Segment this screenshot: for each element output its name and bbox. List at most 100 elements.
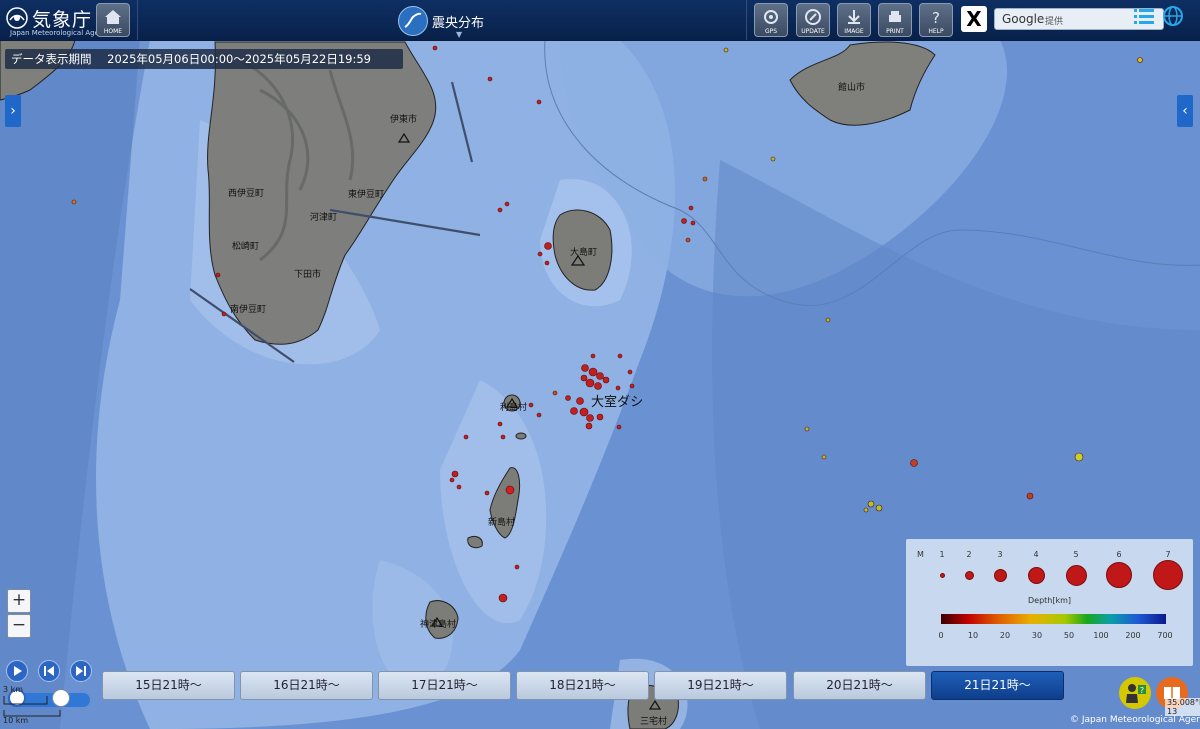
magnitude-depth-legend: M 1 2 3 4 5 6 7 Depth[km] 0 10 20 30 50 … bbox=[906, 539, 1193, 666]
epicenter-marker[interactable] bbox=[498, 593, 508, 603]
step-forward-button[interactable] bbox=[70, 660, 92, 682]
epicenter-marker[interactable] bbox=[536, 99, 542, 105]
jma-logo[interactable]: 気象庁 Japan Meteorological Agency bbox=[6, 3, 111, 37]
epicenter-marker[interactable] bbox=[579, 407, 589, 417]
epicenter-marker[interactable] bbox=[565, 395, 571, 401]
epicenter-marker[interactable] bbox=[586, 414, 594, 422]
epicenter-marker[interactable] bbox=[585, 422, 593, 430]
language-globe-icon[interactable] bbox=[1162, 5, 1184, 27]
epicenter-marker[interactable] bbox=[497, 207, 503, 213]
magnitude-dot bbox=[965, 571, 974, 580]
epicenter-marker[interactable] bbox=[594, 382, 602, 390]
epicenter-marker[interactable] bbox=[544, 242, 552, 250]
epicenter-marker[interactable] bbox=[500, 434, 506, 440]
epicenter-marker[interactable] bbox=[497, 421, 503, 427]
skip-forward-icon bbox=[76, 666, 86, 676]
person-help-icon: ? bbox=[1126, 684, 1146, 703]
epicenter-marker[interactable] bbox=[514, 564, 520, 570]
epicenter-marker[interactable] bbox=[688, 205, 694, 211]
epicenter-marker[interactable] bbox=[770, 156, 776, 162]
epicenter-marker[interactable] bbox=[875, 504, 883, 512]
place-label-toshima: 利島村 bbox=[500, 403, 528, 413]
epicenter-marker[interactable] bbox=[463, 434, 469, 440]
epicenter-marker[interactable] bbox=[536, 412, 542, 418]
list-icon[interactable] bbox=[1134, 7, 1154, 25]
epicenter-marker[interactable] bbox=[449, 477, 455, 483]
epicenter-marker[interactable] bbox=[588, 367, 598, 377]
google-provided-label: 提供 bbox=[1045, 17, 1064, 27]
zoom-in-button[interactable]: + bbox=[7, 589, 31, 613]
epicenter-marker[interactable] bbox=[723, 47, 729, 53]
user-help-button[interactable]: ? bbox=[1119, 677, 1151, 709]
timeline-day-button[interactable]: 18日21時～ bbox=[516, 671, 649, 700]
epicenter-marker[interactable] bbox=[867, 500, 875, 508]
epicenter-marker[interactable] bbox=[596, 413, 604, 421]
epicenter-marker[interactable] bbox=[690, 220, 696, 226]
epicenter-marker[interactable] bbox=[602, 376, 610, 384]
timeline-day-button[interactable]: 17日21時～ bbox=[378, 671, 511, 700]
epicenter-marker[interactable] bbox=[617, 353, 623, 359]
logo-title: 気象庁 bbox=[32, 9, 93, 31]
epicenter-marker[interactable] bbox=[215, 272, 221, 278]
timeline-day-button[interactable]: 16日21時～ bbox=[240, 671, 373, 700]
print-button[interactable]: PRINT bbox=[878, 3, 912, 37]
gps-button[interactable]: GPS bbox=[754, 3, 788, 37]
timeline-day-button[interactable]: 20日21時～ bbox=[793, 671, 926, 700]
zoom-out-button[interactable]: − bbox=[7, 614, 31, 638]
place-label-niijima: 新島村 bbox=[488, 518, 516, 528]
epicenter-marker[interactable] bbox=[616, 424, 622, 430]
magnitude-dot bbox=[994, 569, 1007, 582]
panel-expand-right-button[interactable]: ‹ bbox=[1177, 95, 1193, 127]
epicenter-marker[interactable] bbox=[585, 378, 595, 388]
step-back-button[interactable] bbox=[38, 660, 60, 682]
epicenter-marker[interactable] bbox=[596, 372, 604, 380]
epicenter-marker[interactable] bbox=[615, 385, 621, 391]
epicenter-marker[interactable] bbox=[505, 485, 515, 495]
place-label-minamiizu: 南伊豆町 bbox=[230, 305, 267, 315]
epicenter-marker[interactable] bbox=[590, 353, 596, 359]
epicenter-marker[interactable] bbox=[537, 251, 543, 257]
home-button[interactable]: HOME bbox=[96, 3, 130, 37]
epicenter-marker[interactable] bbox=[451, 470, 459, 478]
epicenter-marker[interactable] bbox=[432, 45, 438, 51]
epicenter-marker[interactable] bbox=[627, 369, 633, 375]
epicenter-marker[interactable] bbox=[544, 260, 550, 266]
epicenter-marker[interactable] bbox=[910, 459, 918, 467]
epicenter-marker[interactable] bbox=[487, 76, 493, 82]
help-button[interactable]: ? HELP bbox=[919, 3, 953, 37]
epicenter-marker[interactable] bbox=[71, 199, 77, 205]
epicenter-marker[interactable] bbox=[1026, 492, 1034, 500]
epicenter-marker[interactable] bbox=[1137, 57, 1143, 63]
page-title[interactable]: 震央分布 ▼ bbox=[398, 6, 538, 39]
play-button[interactable] bbox=[6, 660, 28, 682]
epicenter-marker[interactable] bbox=[580, 374, 588, 382]
timeline-day-button-active[interactable]: 21日21時～ bbox=[931, 671, 1064, 700]
epicenter-marker[interactable] bbox=[581, 364, 589, 372]
epicenter-marker[interactable] bbox=[552, 390, 558, 396]
epicenter-marker[interactable] bbox=[221, 311, 227, 317]
x-share-button[interactable]: X bbox=[961, 6, 987, 32]
image-button[interactable]: IMAGE bbox=[837, 3, 871, 37]
epicenter-marker[interactable] bbox=[681, 218, 687, 224]
timeline-day-button[interactable]: 19日21時～ bbox=[654, 671, 787, 700]
epicenter-marker[interactable] bbox=[576, 397, 584, 405]
epicenter-marker[interactable] bbox=[456, 484, 462, 490]
epicenter-marker[interactable] bbox=[863, 507, 869, 513]
timeline-day-button[interactable]: 15日21時～ bbox=[102, 671, 235, 700]
epicenter-marker[interactable] bbox=[825, 317, 831, 323]
epicenter-marker[interactable] bbox=[504, 201, 510, 207]
epicenter-marker[interactable] bbox=[685, 237, 691, 243]
epicenter-marker[interactable] bbox=[570, 407, 578, 415]
epicenter-marker[interactable] bbox=[629, 383, 635, 389]
epicenter-marker[interactable] bbox=[804, 426, 810, 432]
epicenter-marker[interactable] bbox=[1074, 452, 1084, 462]
epicenter-marker[interactable] bbox=[528, 402, 534, 408]
depth-tick: 30 bbox=[1031, 631, 1043, 640]
copyright-text: © Japan Meteorological Agency bbox=[1070, 715, 1200, 725]
epicenter-marker[interactable] bbox=[702, 176, 708, 182]
epicenter-marker[interactable] bbox=[821, 454, 827, 460]
update-button[interactable]: UPDATE bbox=[796, 3, 830, 37]
panel-expand-left-button[interactable]: › bbox=[5, 95, 21, 127]
place-label-shimoda: 下田市 bbox=[294, 270, 322, 280]
epicenter-marker[interactable] bbox=[484, 490, 490, 496]
